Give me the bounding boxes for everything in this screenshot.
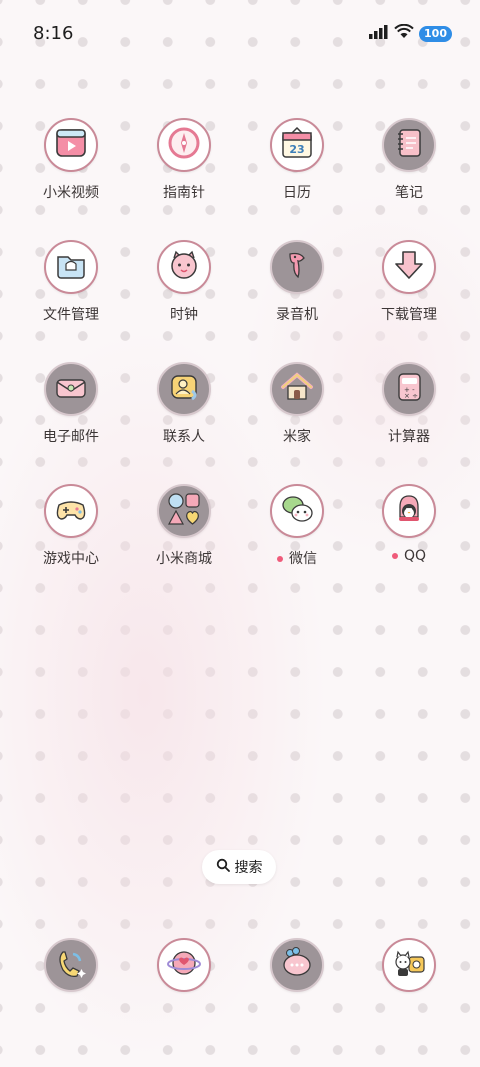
camera-icon	[391, 945, 427, 985]
app-icon	[270, 240, 324, 294]
recorder-icon	[280, 248, 314, 286]
mail-icon	[53, 369, 89, 409]
folder-icon	[54, 248, 88, 286]
search-icon	[216, 858, 230, 876]
app-mijia[interactable]: 米家	[240, 362, 354, 446]
app-xiaomi-store[interactable]: 小米商城	[127, 484, 241, 568]
app-game-center[interactable]: 游戏中心	[14, 484, 128, 568]
svg-text:× ÷: × ÷	[404, 392, 418, 400]
app-icon: + - × ÷	[382, 362, 436, 416]
calculator-icon: + - × ÷	[392, 370, 426, 408]
clock-time: 8:16	[33, 23, 74, 44]
app-icon	[382, 240, 436, 294]
app-calculator[interactable]: + - × ÷ 计算器	[352, 362, 466, 446]
app-icon: 23	[270, 118, 324, 172]
messages-icon	[279, 945, 315, 985]
home-icon	[279, 369, 315, 409]
app-icon	[157, 484, 211, 538]
search-button[interactable]: 搜索	[202, 850, 276, 884]
app-label: QQ	[352, 548, 466, 564]
store-icon	[165, 490, 203, 532]
app-label: 笔记	[395, 185, 423, 201]
app-icon	[382, 118, 436, 172]
app-icon	[157, 240, 211, 294]
app-icon	[44, 938, 98, 992]
app-label: 指南针	[163, 185, 205, 201]
status-bar: 8:16 100	[0, 0, 480, 68]
dock-messages[interactable]	[240, 938, 354, 992]
app-label: 文件管理	[43, 307, 99, 323]
app-label: 游戏中心	[43, 551, 99, 567]
app-file-manager[interactable]: 文件管理	[14, 240, 128, 324]
app-icon	[382, 938, 436, 992]
app-label: 日历	[283, 185, 311, 201]
app-clock[interactable]: 时钟	[127, 240, 241, 324]
compass-icon	[167, 126, 201, 164]
signal-icon	[369, 24, 389, 43]
app-icon	[44, 362, 98, 416]
app-icon	[270, 938, 324, 992]
app-label: 电子邮件	[43, 429, 99, 445]
video-icon	[54, 126, 88, 164]
app-email[interactable]: 电子邮件	[14, 362, 128, 446]
wifi-icon	[394, 23, 414, 43]
calendar-day: 23	[289, 143, 304, 156]
app-label: 联系人	[163, 429, 205, 445]
app-label-text: 微信	[289, 551, 317, 567]
search-label: 搜索	[234, 860, 263, 876]
app-icon	[270, 484, 324, 538]
app-calendar[interactable]: 23 日历	[240, 118, 354, 202]
app-label: 米家	[283, 429, 311, 445]
app-qq[interactable]: QQ	[352, 484, 466, 564]
dock-phone[interactable]	[14, 938, 128, 992]
app-icon	[157, 118, 211, 172]
wechat-icon	[279, 491, 315, 531]
clock-icon	[167, 248, 201, 286]
app-contacts[interactable]: 联系人	[127, 362, 241, 446]
download-icon	[392, 248, 426, 286]
notification-dot	[277, 556, 283, 562]
dock	[0, 938, 480, 998]
app-compass[interactable]: 指南针	[127, 118, 241, 202]
app-label: 小米商城	[156, 551, 212, 567]
app-icon	[157, 362, 211, 416]
app-icon	[382, 484, 436, 538]
app-notes[interactable]: 笔记	[352, 118, 466, 202]
app-wechat[interactable]: 微信	[240, 484, 354, 568]
battery-indicator: 100	[419, 25, 452, 42]
app-icon	[44, 118, 98, 172]
app-icon	[44, 484, 98, 538]
app-icon	[270, 362, 324, 416]
calendar-icon: 23	[279, 125, 315, 165]
notification-dot	[391, 553, 398, 559]
dock-browser[interactable]	[127, 938, 241, 992]
app-label: 微信	[240, 548, 354, 568]
app-download-manager[interactable]: 下载管理	[352, 240, 466, 324]
app-label: 时钟	[170, 307, 198, 323]
notes-icon	[392, 126, 426, 164]
phone-icon	[53, 945, 89, 985]
app-label: 录音机	[276, 307, 318, 323]
gamepad-icon	[53, 491, 89, 531]
contacts-icon	[166, 369, 202, 409]
app-xiaomi-video[interactable]: 小米视频	[14, 118, 128, 202]
app-label: 下载管理	[381, 307, 437, 323]
app-recorder[interactable]: 录音机	[240, 240, 354, 324]
app-label-text: QQ	[403, 548, 427, 564]
app-label: 小米视频	[43, 185, 99, 201]
app-icon	[157, 938, 211, 992]
browser-icon	[166, 945, 202, 985]
app-label: 计算器	[388, 429, 430, 445]
dock-camera[interactable]	[352, 938, 466, 992]
qq-icon	[391, 491, 427, 531]
app-icon	[44, 240, 98, 294]
